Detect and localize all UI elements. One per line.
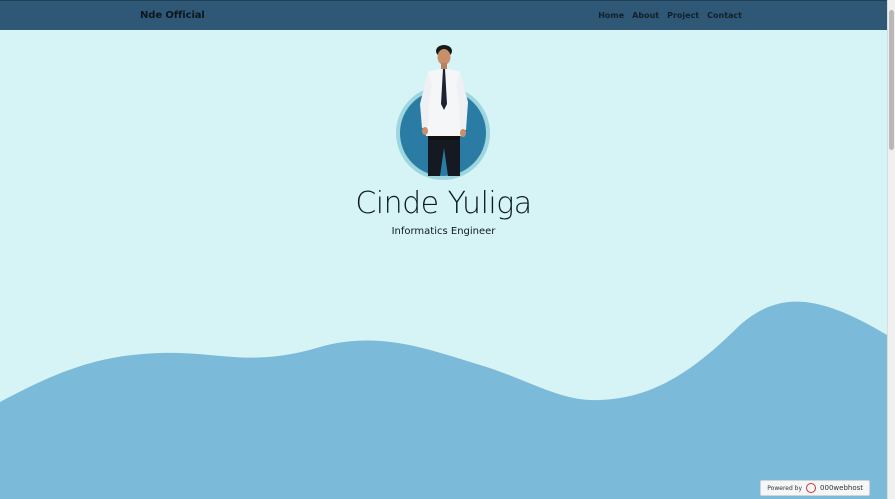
page: { "navbar": { "brand": "Nde Official", "… — [0, 0, 895, 499]
scrollbar-thumb[interactable] — [889, 10, 894, 150]
nav-links: Home About Project Contact — [598, 11, 742, 20]
nav-link-about[interactable]: About — [632, 11, 659, 20]
nav-link-contact[interactable]: Contact — [707, 11, 742, 20]
nav-link-home[interactable]: Home — [598, 11, 624, 20]
navbar: Nde Official Home About Project Contact — [0, 0, 887, 30]
profile-name: Cinde Yuliga — [355, 186, 532, 221]
webhost-brand: 000webhost — [820, 484, 863, 492]
nav-link-project[interactable]: Project — [667, 11, 699, 20]
profile-avatar — [396, 44, 490, 180]
webhost-logo-icon — [806, 483, 817, 493]
profile-role: Informatics Engineer — [391, 226, 496, 237]
vertical-scrollbar[interactable] — [887, 0, 895, 499]
powered-by-label: Powered by — [767, 484, 803, 492]
wave-decoration — [0, 301, 887, 499]
brand-logo-text[interactable]: Nde Official — [140, 10, 205, 21]
profile-photo — [420, 45, 468, 176]
powered-by-badge[interactable]: Powered by 000webhost — [760, 480, 870, 496]
